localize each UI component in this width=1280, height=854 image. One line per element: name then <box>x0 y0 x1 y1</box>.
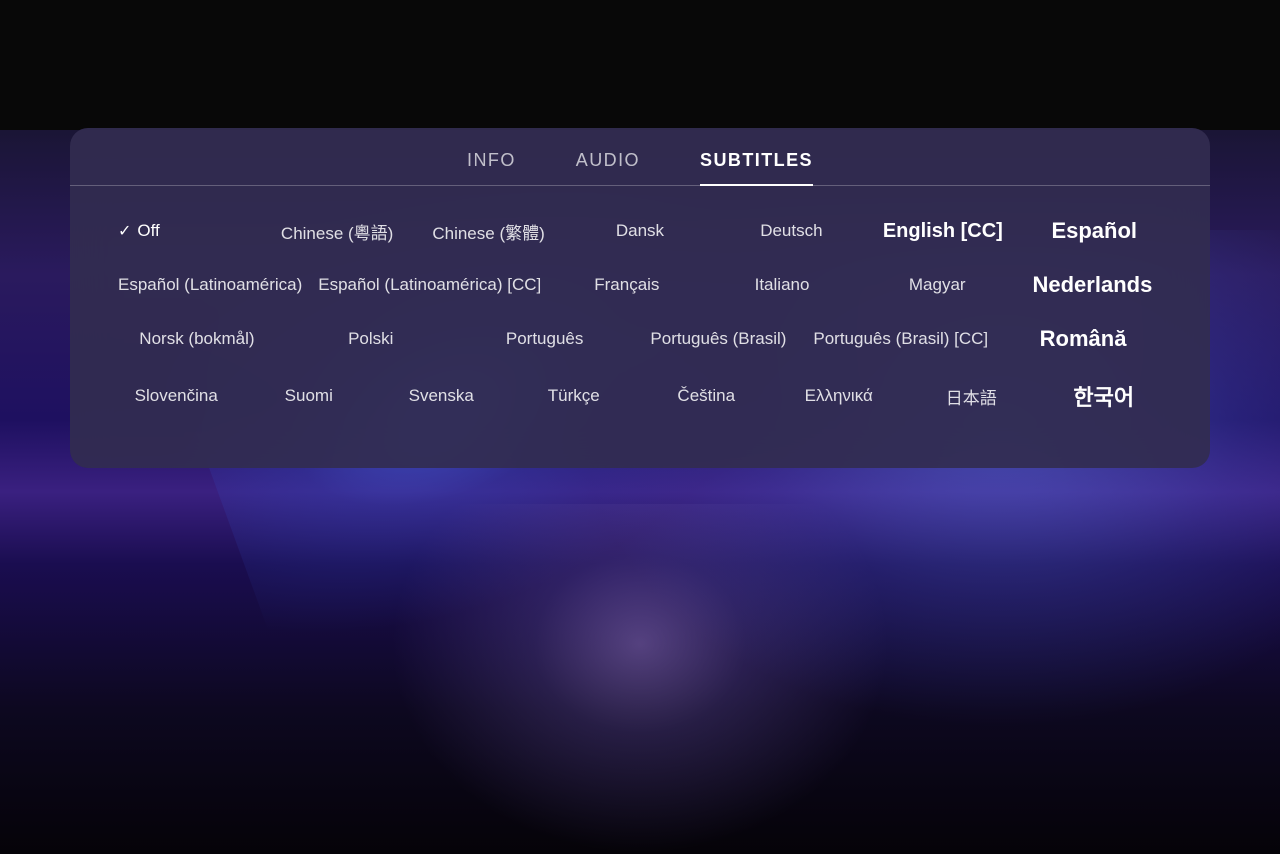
subtitle-polski[interactable]: Polski <box>284 325 458 353</box>
tab-subtitles[interactable]: SUBTITLES <box>700 150 813 185</box>
subtitle-svenska[interactable]: Svenska <box>375 382 508 410</box>
subtitle-off-label: Off <box>137 221 159 241</box>
subtitles-grid: ✓ Off Chinese (粵語) Chinese (繁體) Dansk De… <box>70 214 1210 416</box>
subtitle-romana[interactable]: Română <box>996 322 1170 356</box>
subtitle-portugues-brasil[interactable]: Português (Brasil) <box>632 325 806 353</box>
subtitle-off[interactable]: ✓ Off <box>110 217 261 245</box>
subtitle-turkce[interactable]: Türkçe <box>508 382 641 410</box>
figure-area <box>390 504 890 854</box>
subtitle-portugues[interactable]: Português <box>458 325 632 353</box>
subtitle-portugues-brasil-cc[interactable]: Português (Brasil) [CC] <box>805 325 996 353</box>
subtitle-italiano[interactable]: Italiano <box>704 271 859 299</box>
bg-top <box>0 0 1280 130</box>
subtitle-ellinika[interactable]: Ελληνικά <box>773 382 906 410</box>
subtitle-row-1: ✓ Off Chinese (粵語) Chinese (繁體) Dansk De… <box>110 214 1170 248</box>
subtitle-magyar[interactable]: Magyar <box>860 271 1015 299</box>
subtitle-deutsch[interactable]: Deutsch <box>716 217 867 245</box>
subtitles-modal: INFO AUDIO SUBTITLES ✓ Off Chinese (粵語) … <box>70 128 1210 468</box>
tab-bar: INFO AUDIO SUBTITLES <box>70 128 1210 186</box>
subtitle-nederlands[interactable]: Nederlands <box>1015 268 1170 302</box>
subtitle-english-cc[interactable]: English [CC] <box>867 216 1018 247</box>
tab-audio[interactable]: AUDIO <box>576 150 640 185</box>
subtitle-dansk[interactable]: Dansk <box>564 217 715 245</box>
subtitle-cestina[interactable]: Čeština <box>640 382 773 410</box>
subtitle-japanese[interactable]: 日本語 <box>905 380 1038 413</box>
subtitle-espanol-latin-cc[interactable]: Español (Latinoamérica) [CC] <box>310 271 549 299</box>
subtitle-row-3: Norsk (bokmål) Polski Português Portuguê… <box>110 322 1170 356</box>
subtitle-espanol[interactable]: Español <box>1019 214 1170 248</box>
subtitle-espanol-latin[interactable]: Español (Latinoamérica) <box>110 271 310 299</box>
subtitle-chinese-cantonese[interactable]: Chinese (粵語) <box>261 215 412 248</box>
subtitle-slovencina[interactable]: Slovenčina <box>110 382 243 410</box>
check-icon: ✓ <box>118 221 131 241</box>
subtitle-suomi[interactable]: Suomi <box>243 382 376 410</box>
tab-info[interactable]: INFO <box>467 150 516 185</box>
subtitle-row-4: Slovenčina Suomi Svenska Türkçe Čeština … <box>110 376 1170 416</box>
subtitle-korean[interactable]: 한국어 <box>1038 376 1171 416</box>
subtitle-norsk[interactable]: Norsk (bokmål) <box>110 325 284 353</box>
subtitle-francais[interactable]: Français <box>549 271 704 299</box>
subtitle-chinese-traditional[interactable]: Chinese (繁體) <box>413 215 564 248</box>
subtitle-row-2: Español (Latinoamérica) Español (Latinoa… <box>110 268 1170 302</box>
